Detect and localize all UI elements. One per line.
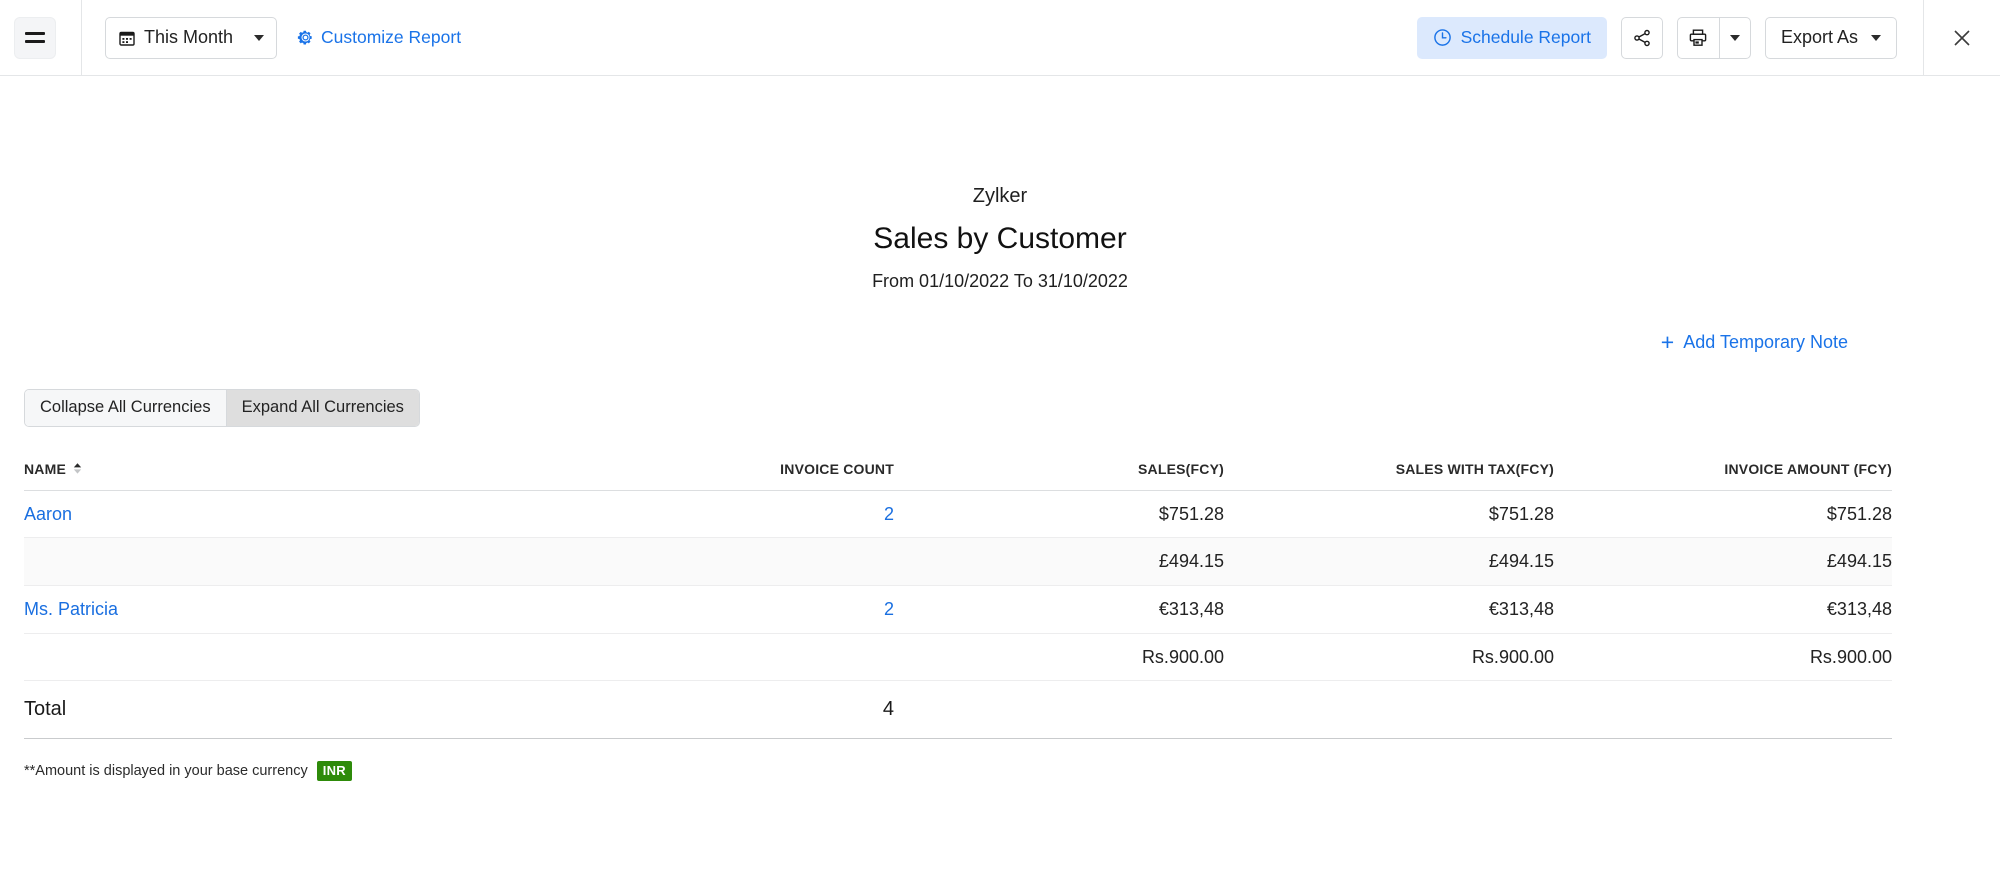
cell-invoice-amount: £494.15: [1554, 537, 1892, 586]
column-header-sales-with-tax[interactable]: SALES WITH TAX(FCY): [1224, 454, 1554, 491]
report-date-range: From 01/10/2022 To 31/10/2022: [872, 271, 1128, 291]
cell-invoice-count[interactable]: 2: [584, 585, 894, 634]
toolbar-left-padding: [0, 0, 14, 75]
cell-sales: £494.15: [894, 537, 1224, 586]
sales-by-customer-table: NAME INVOICE COUNT SALES(FCY) SALES WITH…: [24, 454, 1892, 740]
gear-icon: [297, 30, 312, 45]
cell-sales-with-tax: £494.15: [1224, 537, 1554, 586]
cell-invoice-amount: €313,48: [1554, 585, 1892, 634]
chevron-down-icon: [254, 34, 264, 41]
sort-ascending-icon: [73, 463, 82, 474]
customer-link[interactable]: Aaron: [24, 504, 72, 524]
currency-segmented-control: Collapse All Currencies Expand All Curre…: [24, 388, 420, 427]
table-header-row: NAME INVOICE COUNT SALES(FCY) SALES WITH…: [24, 454, 1892, 491]
table-row: Ms. Patricia 2 €313,48 €313,48 €313,48: [24, 585, 1892, 634]
print-button[interactable]: [1676, 16, 1719, 59]
share-icon: [1634, 29, 1650, 46]
plus-icon: +: [1660, 328, 1675, 355]
report-header: Zylker Sales by Customer From 01/10/2022…: [24, 76, 1976, 293]
column-header-sales[interactable]: SALES(FCY): [894, 454, 1224, 491]
cell-invoice-amount: $751.28: [1554, 490, 1892, 539]
invoice-count-link[interactable]: 2: [884, 504, 894, 524]
printer-icon: [1690, 29, 1707, 46]
chevron-down-icon: [1871, 34, 1881, 41]
report-body: Zylker Sales by Customer From 01/10/2022…: [0, 76, 2000, 782]
invoice-count-link[interactable]: 2: [884, 599, 894, 619]
schedule-report-button[interactable]: Schedule Report: [1416, 16, 1607, 59]
close-icon: [1954, 29, 1970, 46]
toolbar-divider: [81, 0, 82, 76]
cell-sales-with-tax: Rs.900.00: [1224, 633, 1554, 682]
cell-customer-name[interactable]: Aaron: [24, 490, 584, 539]
hamburger-icon-bar: [25, 40, 45, 43]
date-range-label: This Month: [144, 27, 234, 47]
top-toolbar: This Month Customize Report Schedule Rep…: [0, 0, 2000, 76]
expand-all-currencies-button[interactable]: Expand All Currencies: [225, 389, 419, 426]
add-temporary-note-label: Add Temporary Note: [1683, 331, 1848, 352]
cell-customer-name[interactable]: Ms. Patricia: [24, 585, 584, 634]
table-row: Rs.900.00 Rs.900.00 Rs.900.00: [24, 633, 1892, 682]
export-as-label: Export As: [1780, 27, 1858, 47]
column-header-invoice-amount[interactable]: INVOICE AMOUNT (FCY): [1554, 454, 1892, 491]
close-button[interactable]: [1924, 0, 2000, 76]
cell-invoice-count: [584, 537, 894, 586]
column-header-name[interactable]: NAME: [24, 454, 584, 491]
organization-name: Zylker: [972, 185, 1028, 207]
note-row: + Add Temporary Note: [24, 328, 1976, 355]
base-currency-footnote: **Amount is displayed in your base curre…: [24, 761, 1976, 782]
hamburger-menu-button[interactable]: [14, 16, 56, 59]
table-row: Aaron 2 $751.28 $751.28 $751.28: [24, 490, 1892, 539]
export-as-button[interactable]: Export As: [1764, 16, 1897, 59]
cell-sales-with-tax: $751.28: [1224, 490, 1554, 539]
footnote-text: **Amount is displayed in your base curre…: [24, 763, 308, 780]
total-sales: [894, 680, 1224, 740]
share-button[interactable]: [1620, 16, 1663, 59]
cell-customer-name: [24, 537, 584, 586]
hamburger-icon-bar: [25, 32, 45, 35]
currency-toggle-row: Collapse All Currencies Expand All Curre…: [24, 388, 1976, 427]
cell-sales: $751.28: [894, 490, 1224, 539]
cell-invoice-amount: Rs.900.00: [1554, 633, 1892, 682]
cell-customer-name: [24, 633, 584, 682]
cell-invoice-count[interactable]: 2: [584, 490, 894, 539]
print-split-button: [1676, 16, 1751, 59]
add-temporary-note-button[interactable]: + Add Temporary Note: [1660, 328, 1848, 355]
schedule-report-label: Schedule Report: [1460, 27, 1591, 47]
total-sales-with-tax: [1224, 680, 1554, 740]
customize-report-link[interactable]: Customize Report: [297, 27, 461, 48]
cell-sales: Rs.900.00: [894, 633, 1224, 682]
customer-link[interactable]: Ms. Patricia: [24, 599, 118, 619]
total-invoice-amount: [1554, 680, 1892, 740]
table-header: NAME INVOICE COUNT SALES(FCY) SALES WITH…: [24, 454, 1892, 491]
calendar-icon: [119, 31, 135, 46]
total-invoice-count: 4: [584, 680, 894, 740]
clock-icon: [1433, 29, 1451, 46]
collapse-all-currencies-button[interactable]: Collapse All Currencies: [25, 389, 226, 426]
base-currency-badge: INR: [316, 761, 352, 782]
total-label: Total: [24, 680, 584, 740]
column-header-invoice-count[interactable]: INVOICE COUNT: [584, 454, 894, 491]
cell-invoice-count: [584, 633, 894, 682]
column-header-name-label: NAME: [24, 460, 67, 477]
table-total-row: Total 4: [24, 680, 1892, 740]
table-row: £494.15 £494.15 £494.15: [24, 537, 1892, 586]
chevron-down-icon: [1729, 34, 1740, 41]
cell-sales-with-tax: €313,48: [1224, 585, 1554, 634]
table-body: Aaron 2 $751.28 $751.28 $751.28 £494.15 …: [24, 490, 1892, 740]
page-title: Sales by Customer: [873, 222, 1127, 255]
date-range-dropdown[interactable]: This Month: [105, 16, 277, 59]
customize-report-label: Customize Report: [321, 27, 462, 47]
cell-sales: €313,48: [894, 585, 1224, 634]
print-options-dropdown[interactable]: [1718, 16, 1751, 59]
